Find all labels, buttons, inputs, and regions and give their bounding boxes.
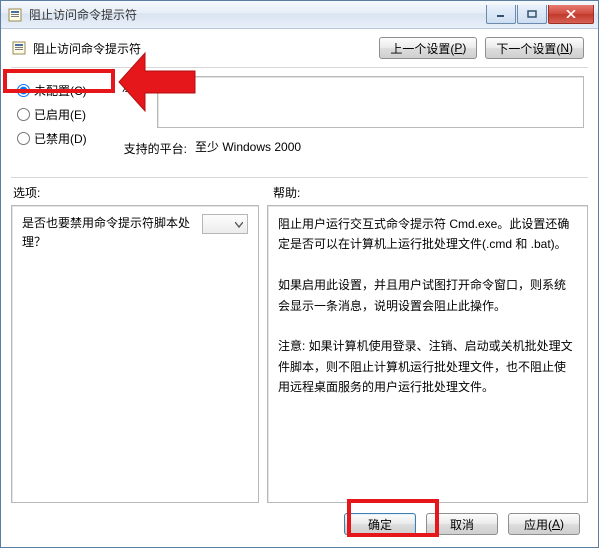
titlebar: 阻止访问命令提示符	[1, 1, 598, 29]
minimize-button[interactable]	[486, 5, 516, 24]
options-label: 选项:	[11, 184, 267, 201]
radio-enabled[interactable]: 已启用(E)	[11, 102, 111, 126]
comment-textarea[interactable]	[157, 76, 584, 128]
help-pane: 阻止用户运行交互式命令提示符 Cmd.exe。此设置还确定是否可以在计算机上运行…	[267, 205, 588, 503]
options-dropdown[interactable]	[202, 214, 248, 234]
comment-label: 注释:	[117, 76, 149, 95]
dialog-window: 阻止访问命令提示符 阻止访问命令提示符	[0, 0, 599, 548]
radio-enabled-input[interactable]	[17, 108, 30, 121]
policy-icon	[11, 40, 27, 56]
options-pane: 是否也要禁用命令提示符脚本处理？	[11, 205, 259, 503]
divider	[11, 67, 588, 68]
app-icon	[7, 7, 23, 23]
divider	[11, 177, 588, 178]
cancel-button[interactable]: 取消	[426, 513, 498, 535]
state-radio-group: 未配置(C) 已启用(E) 已禁用(D)	[11, 76, 111, 167]
supported-label: 支持的平台:	[117, 138, 187, 157]
radio-not-configured[interactable]: 未配置(C)	[11, 78, 111, 102]
previous-setting-button[interactable]: 上一个设置(P)	[379, 37, 477, 59]
apply-button[interactable]: 应用(A)	[508, 513, 580, 535]
window-title: 阻止访问命令提示符	[29, 6, 486, 23]
maximize-button[interactable]	[517, 5, 547, 24]
chevron-down-icon	[235, 217, 243, 231]
radio-disabled-input[interactable]	[17, 132, 30, 145]
radio-disabled[interactable]: 已禁用(D)	[11, 126, 111, 150]
policy-title: 阻止访问命令提示符	[33, 40, 379, 57]
ok-button[interactable]: 确定	[344, 513, 416, 535]
next-setting-button[interactable]: 下一个设置(N)	[485, 37, 584, 59]
supported-value: 至少 Windows 2000	[195, 138, 588, 155]
options-question: 是否也要禁用命令提示符脚本处理？	[22, 214, 194, 494]
help-label: 帮助:	[267, 184, 588, 201]
radio-not-configured-input[interactable]	[17, 84, 30, 97]
close-button[interactable]	[548, 5, 594, 24]
